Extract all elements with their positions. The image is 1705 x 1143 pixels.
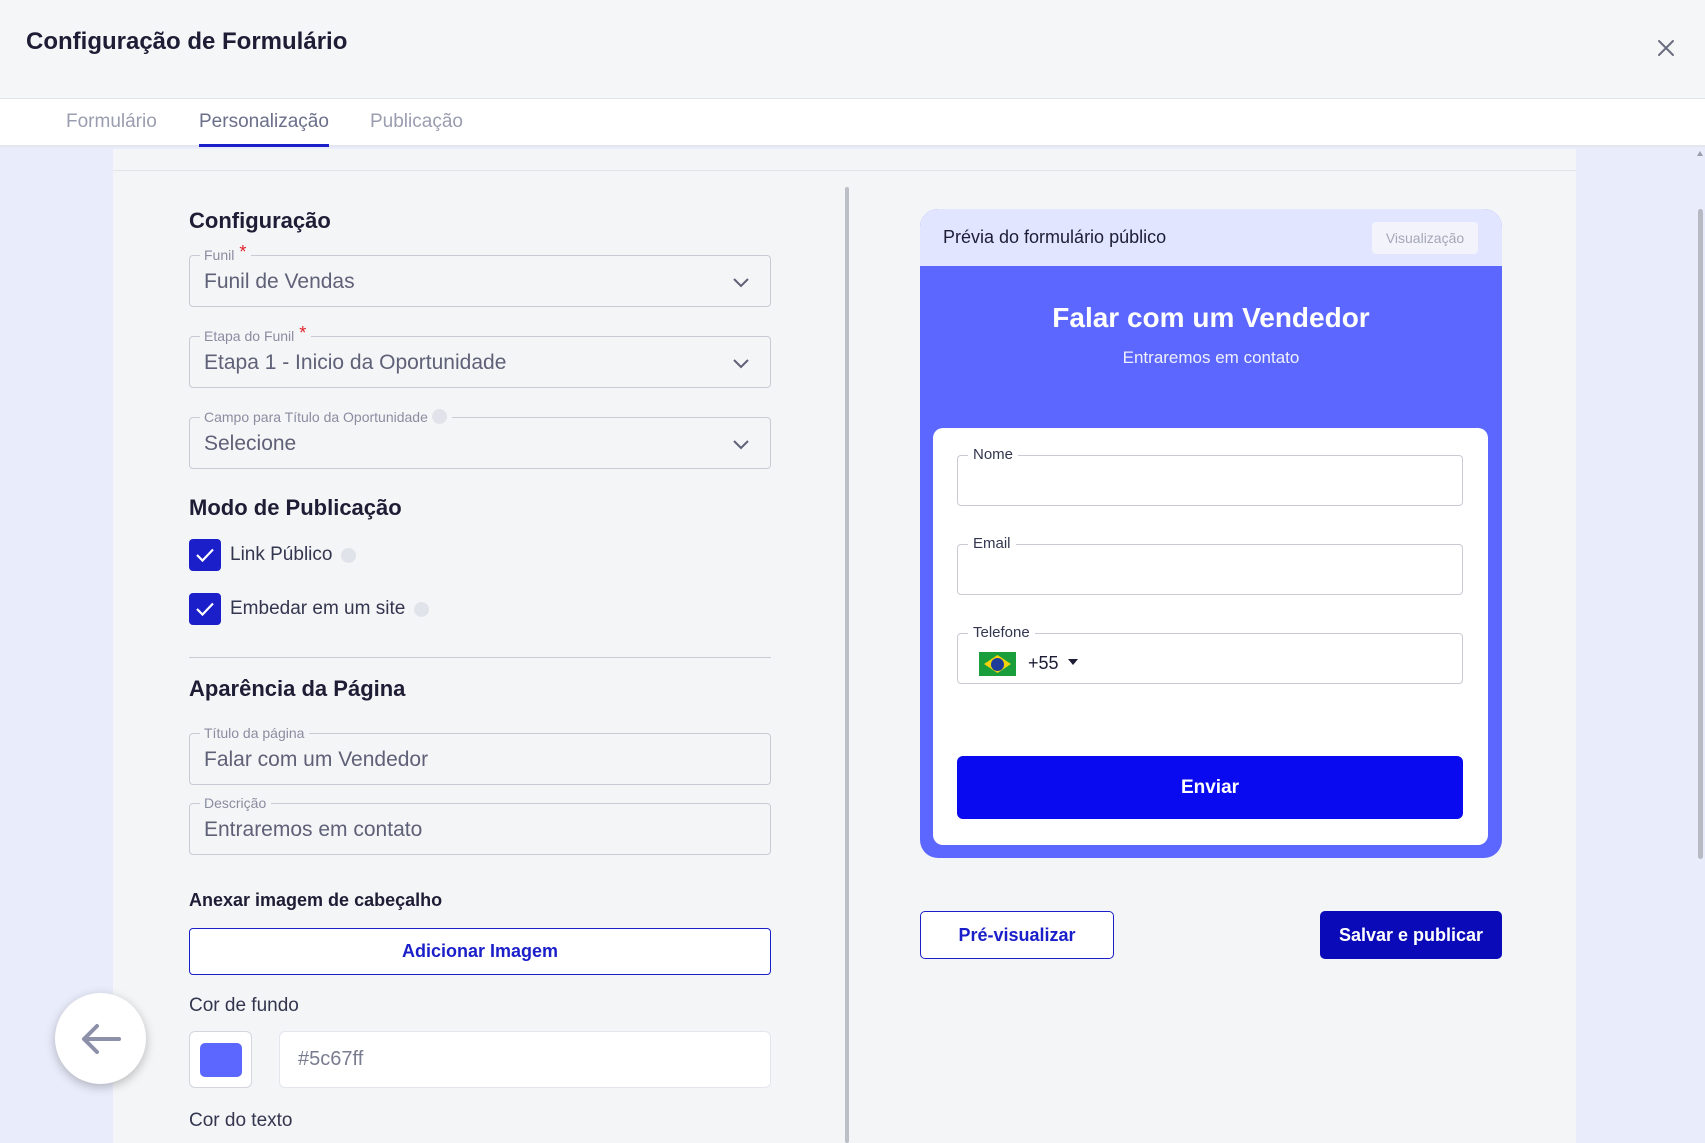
titulo-pagina-label: Título da página — [200, 724, 310, 742]
modal-header: Configuração de Formulário — [0, 0, 1705, 99]
descricao-input[interactable]: Descrição Entraremos em contato — [189, 794, 771, 855]
info-icon[interactable] — [341, 547, 357, 563]
section-divider — [189, 657, 771, 658]
preview-badge: Visualização — [1372, 222, 1478, 254]
add-image-button[interactable]: Adicionar Imagem — [189, 928, 771, 975]
descricao-label: Descrição — [200, 794, 272, 812]
scroll-up-icon[interactable] — [1697, 151, 1703, 156]
campo-titulo-label: Campo para Título da Oportunidade — [200, 408, 452, 426]
page-scrollbar[interactable] — [1695, 149, 1705, 1143]
section-title-aparencia: Aparência da Página — [189, 676, 406, 701]
cor-fundo-label: Cor de fundo — [189, 995, 299, 1016]
dial-code[interactable]: +55 — [1028, 653, 1059, 674]
preview-header-title: Prévia do formulário público — [943, 227, 1167, 247]
back-button[interactable] — [55, 993, 146, 1084]
preview-header: Prévia do formulário público Visualizaçã… — [920, 209, 1502, 266]
embedar-checkbox[interactable]: Embedar em um site — [189, 593, 430, 625]
close-icon[interactable] — [1652, 34, 1680, 62]
scrollbar-thumb[interactable] — [1698, 209, 1703, 859]
checkbox-checked-icon[interactable] — [189, 593, 221, 625]
section-title-configuracao: Configuração — [189, 208, 331, 233]
preview-email-label: Email — [968, 535, 1016, 553]
preview-telefone-label: Telefone — [968, 624, 1035, 642]
link-publico-checkbox[interactable]: Link Público — [189, 539, 357, 571]
arrow-left-icon — [81, 1023, 121, 1054]
funil-label: Funil * — [200, 243, 252, 264]
titulo-pagina-value: Falar com um Vendedor — [204, 748, 429, 771]
cor-texto-label: Cor do texto — [189, 1110, 293, 1131]
etapa-label: Etapa do Funil * — [200, 324, 312, 345]
info-icon[interactable] — [431, 409, 447, 424]
etapa-value: Etapa 1 - Inicio da Oportunidade — [204, 351, 507, 374]
chevron-down-icon — [733, 278, 749, 288]
settings-column: Configuração Funil * Funil de Vendas Eta… — [113, 149, 843, 1143]
save-publish-button[interactable]: Salvar e publicar — [1320, 911, 1502, 959]
embedar-label: Embedar em um site — [230, 598, 406, 619]
info-icon[interactable] — [414, 601, 430, 617]
preview-nome-label: Nome — [968, 446, 1019, 464]
campo-titulo-value: Selecione — [204, 432, 297, 455]
descricao-value: Entraremos em contato — [204, 818, 423, 841]
form-preview-card: Prévia do formulário público Visualizaçã… — [920, 209, 1502, 858]
modal-title: Configuração de Formulário — [26, 28, 348, 55]
caret-down-icon[interactable] — [1068, 659, 1078, 665]
brazil-flag-icon[interactable] — [979, 652, 1016, 676]
titulo-pagina-input[interactable]: Título da página Falar com um Vendedor — [189, 724, 771, 785]
tab-personalizacao[interactable]: Personalização — [199, 111, 329, 147]
funil-value: Funil de Vendas — [204, 270, 355, 293]
etapa-select[interactable]: Etapa do Funil * Etapa 1 - Inicio da Opo… — [189, 324, 771, 388]
funil-select[interactable]: Funil * Funil de Vendas — [189, 243, 771, 307]
preview-nome-field[interactable]: Nome — [957, 446, 1463, 506]
chevron-down-icon — [733, 440, 749, 450]
checkbox-checked-icon[interactable] — [189, 539, 221, 571]
preview-telefone-field[interactable]: Telefone +55 — [957, 624, 1463, 684]
link-publico-label: Link Público — [230, 544, 333, 565]
preview-description: Entraremos em contato — [1122, 348, 1300, 367]
chevron-down-icon — [733, 359, 749, 369]
tab-formulario[interactable]: Formulário — [66, 111, 157, 147]
tab-publicacao[interactable]: Publicação — [370, 111, 463, 147]
campo-titulo-select[interactable]: Campo para Título da Oportunidade Seleci… — [189, 408, 771, 469]
tab-bar: Formulário Personalização Publicação — [0, 99, 1705, 147]
content-panel: Configuração Funil * Funil de Vendas Eta… — [113, 149, 1576, 1143]
section-title-modo-publicacao: Modo de Publicação — [189, 495, 402, 520]
anexar-imagem-label: Anexar imagem de cabeçalho — [189, 890, 443, 910]
color-swatch — [199, 1042, 242, 1077]
background-color-input[interactable]: #5c67ff — [279, 1031, 771, 1088]
preview-form: Nome Email Telefone +55 Enviar — [933, 428, 1488, 845]
preview-button[interactable]: Pré-visualizar — [920, 911, 1114, 959]
preview-email-field[interactable]: Email — [957, 535, 1463, 595]
preview-title: Falar com um Vendedor — [1052, 302, 1370, 333]
column-scrollbar[interactable] — [845, 187, 849, 1143]
color-picker-button[interactable] — [189, 1031, 252, 1088]
preview-submit-button[interactable]: Enviar — [957, 756, 1463, 819]
